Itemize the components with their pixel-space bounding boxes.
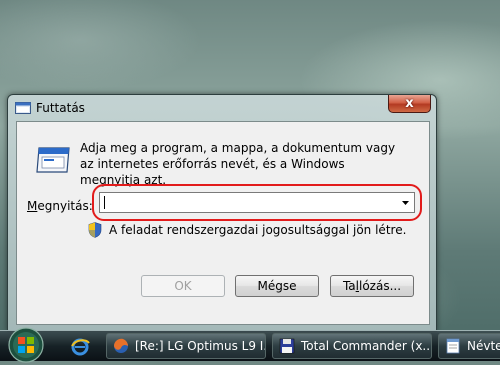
run-icon xyxy=(15,102,31,114)
open-label-accelerator: M xyxy=(27,199,38,213)
open-label-text: egnyitás: xyxy=(37,199,93,213)
title-bar[interactable]: Futtatás x xyxy=(8,95,436,121)
browse-label-start: Ta xyxy=(342,279,356,293)
admin-privilege-note: A feladat rendszergazdai jogosultsággal … xyxy=(109,223,407,237)
taskbar-label: Névtele xyxy=(467,339,500,353)
firefox-icon xyxy=(114,338,128,353)
window-title: Futtatás xyxy=(36,101,85,115)
dialog-body: Adja meg a program, a mappa, a dokumentu… xyxy=(16,121,430,325)
close-icon: x xyxy=(405,96,414,111)
taskbar-button-notepad[interactable]: Névtele xyxy=(438,333,500,359)
taskbar-button-total-commander[interactable]: Total Commander (x... xyxy=(272,333,432,359)
instruction-text: Adja meg a program, a mappa, a dokumentu… xyxy=(80,141,396,187)
floppy-icon xyxy=(279,338,295,354)
taskbar-button-firefox[interactable]: [Re:] LG Optimus L9 I... xyxy=(106,333,266,359)
run-program-icon xyxy=(36,147,70,173)
start-orb-icon[interactable] xyxy=(6,325,46,365)
browse-button[interactable]: Tallózás... xyxy=(330,275,414,297)
open-combobox[interactable] xyxy=(99,192,415,213)
taskbar-label: [Re:] LG Optimus L9 I... xyxy=(135,339,266,353)
ok-button[interactable]: OK xyxy=(141,275,225,297)
browse-label-end: lózás... xyxy=(359,279,402,293)
taskbar: [Re:] LG Optimus L9 I... Total Commander… xyxy=(0,327,500,363)
notepad-icon xyxy=(446,338,460,354)
uac-shield-icon xyxy=(88,222,102,238)
dropdown-arrow-icon[interactable] xyxy=(397,193,414,212)
run-dialog: Futtatás x Adja meg a program, a mappa, … xyxy=(7,94,437,332)
cancel-button[interactable]: Mégse xyxy=(235,275,319,297)
close-button[interactable]: x xyxy=(388,95,431,113)
text-cursor xyxy=(104,196,105,209)
open-label: Megnyitás: xyxy=(27,199,93,213)
internet-explorer-icon[interactable] xyxy=(70,337,90,357)
taskbar-label: Total Commander (x... xyxy=(301,339,432,353)
